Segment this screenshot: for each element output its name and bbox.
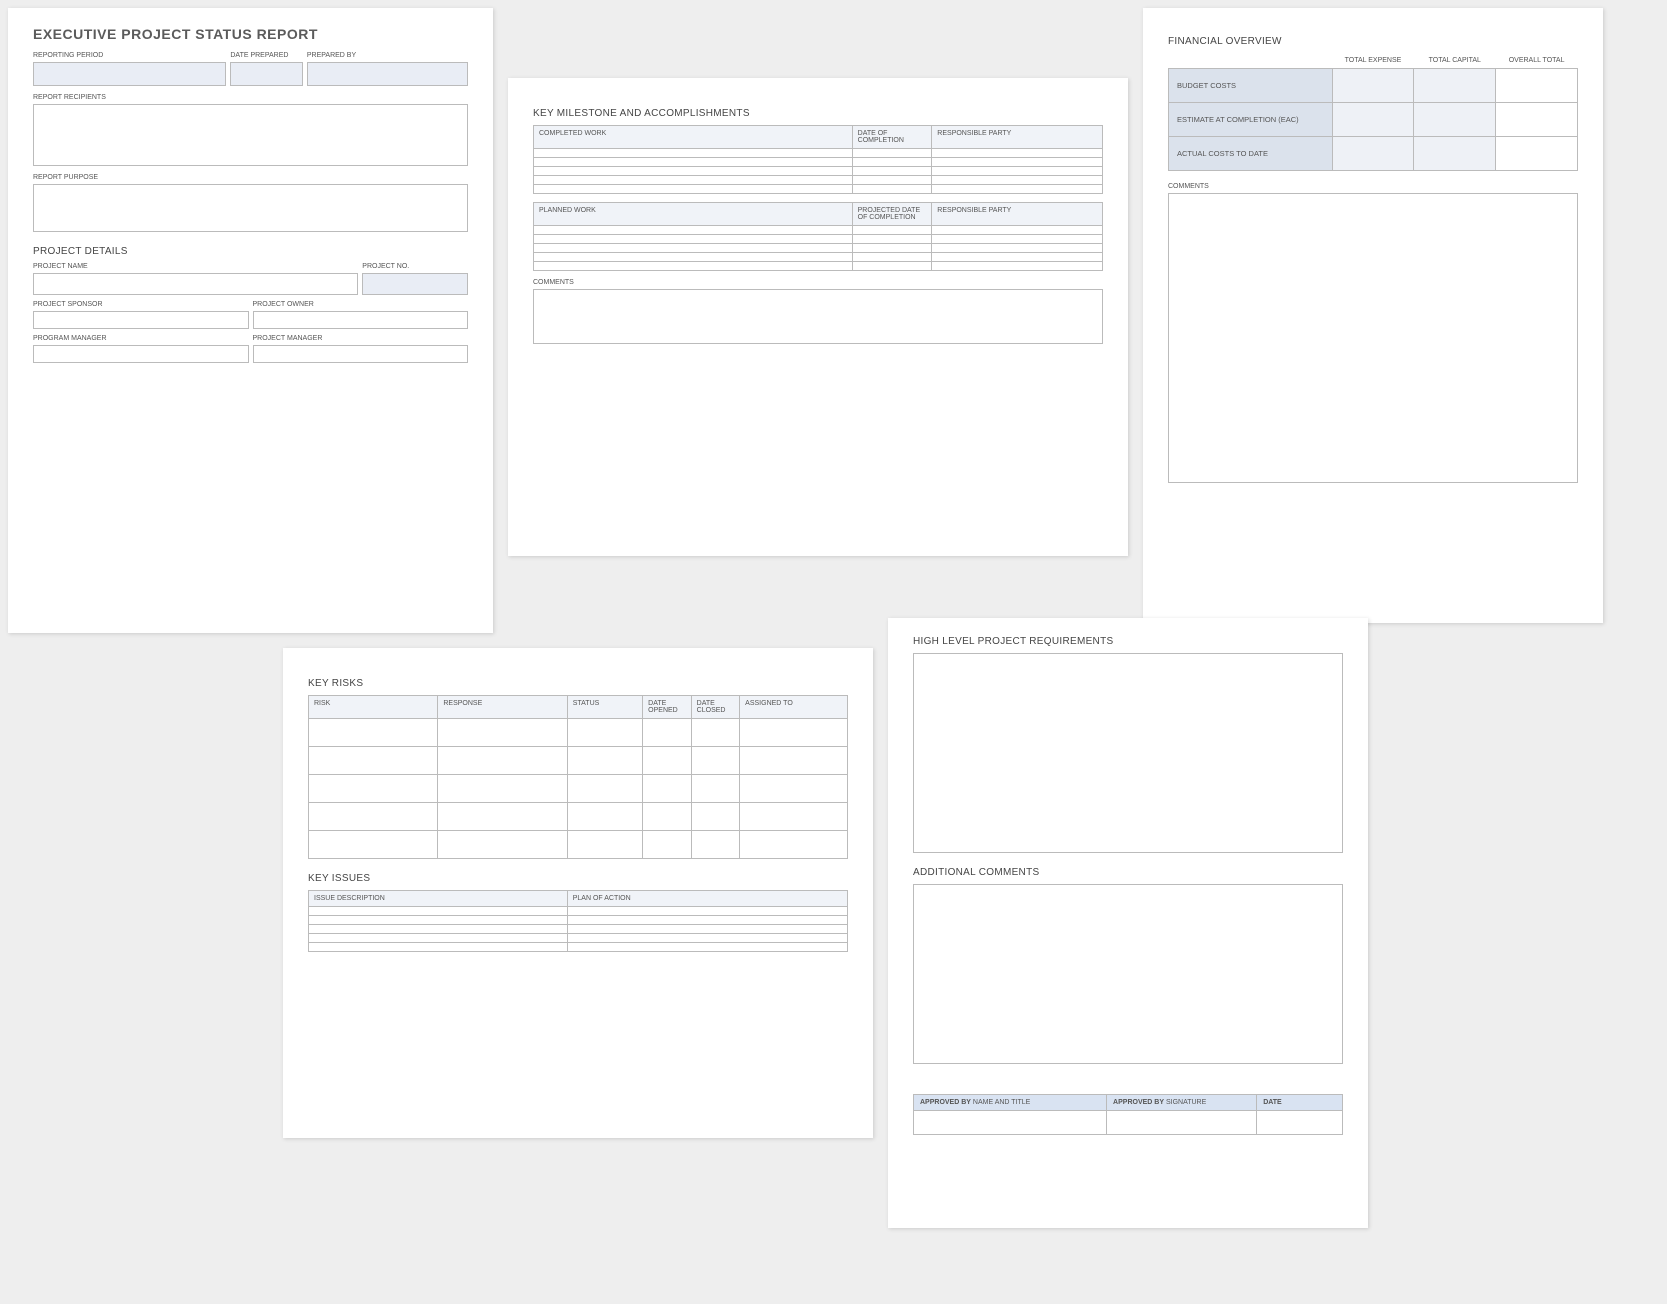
label-comments-financial: COMMENTS [1168,183,1578,190]
prepared-by-input[interactable] [307,62,468,86]
table-row[interactable] [309,907,848,916]
table-row[interactable] [534,176,1103,185]
table-row[interactable] [534,158,1103,167]
th-date-of-completion: DATE OF COMPLETION [852,126,932,149]
th-approved-date: DATE [1257,1095,1343,1111]
section-milestones: KEY MILESTONE AND ACCOMPLISHMENTS [533,108,1103,119]
th-approved-name: APPROVED BY NAME AND TITLE [914,1095,1107,1111]
project-name-input[interactable] [33,273,358,295]
label-project-name: PROJECT NAME [33,263,358,270]
th-overall-total: OVERALL TOTAL [1496,53,1578,69]
th-response: RESPONSE [438,696,567,719]
table-row[interactable]: ACTUAL COSTS TO DATE [1169,137,1578,171]
table-row[interactable] [309,831,848,859]
section-project-details: PROJECT DETAILS [33,246,468,257]
th-responsible-party-2: RESPONSIBLE PARTY [932,203,1103,226]
table-row[interactable]: ESTIMATE AT COMPLETION (EAC) [1169,103,1578,137]
page-3: FINANCIAL OVERVIEW TOTAL EXPENSE TOTAL C… [1143,8,1603,623]
program-manager-input[interactable] [33,345,249,363]
financial-table: TOTAL EXPENSE TOTAL CAPITAL OVERALL TOTA… [1168,53,1578,171]
th-approved-signature: APPROVED BY SIGNATURE [1107,1095,1257,1111]
project-owner-input[interactable] [253,311,469,329]
risks-table: RISK RESPONSE STATUS DATE OPENED DATE CL… [308,695,848,859]
project-manager-input[interactable] [253,345,469,363]
label-budget-costs: BUDGET COSTS [1169,69,1333,103]
label-report-recipients: REPORT RECIPIENTS [33,94,468,101]
completed-work-table: COMPLETED WORK DATE OF COMPLETION RESPON… [533,125,1103,194]
section-additional-comments: ADDITIONAL COMMENTS [913,867,1343,878]
project-sponsor-input[interactable] [33,311,249,329]
page-5: HIGH LEVEL PROJECT REQUIREMENTS ADDITION… [888,618,1368,1228]
th-total-capital: TOTAL CAPITAL [1414,53,1496,69]
table-row[interactable] [534,185,1103,194]
table-row[interactable] [534,235,1103,244]
additional-comments-input[interactable] [913,884,1343,1064]
th-total-expense: TOTAL EXPENSE [1332,53,1414,69]
th-completed-work: COMPLETED WORK [534,126,853,149]
table-row[interactable] [309,934,848,943]
table-row[interactable] [534,244,1103,253]
table-row[interactable] [534,149,1103,158]
table-row[interactable] [534,167,1103,176]
date-prepared-input[interactable] [230,62,303,86]
table-row[interactable] [534,253,1103,262]
label-project-no: PROJECT NO. [362,263,468,270]
label-report-purpose: REPORT PURPOSE [33,174,468,181]
th-issue-description: ISSUE DESCRIPTION [309,891,568,907]
planned-work-table: PLANNED WORK PROJECTED DATE OF COMPLETIO… [533,202,1103,271]
milestones-comments-input[interactable] [533,289,1103,344]
financial-comments-input[interactable] [1168,193,1578,483]
label-project-owner: PROJECT OWNER [253,301,469,308]
section-requirements: HIGH LEVEL PROJECT REQUIREMENTS [913,636,1343,647]
section-issues: KEY ISSUES [308,873,848,884]
table-row[interactable] [309,803,848,831]
project-no-input[interactable] [362,273,468,295]
label-project-sponsor: PROJECT SPONSOR [33,301,249,308]
label-date-prepared: DATE PREPARED [230,52,303,59]
report-purpose-input[interactable] [33,184,468,232]
table-row[interactable] [914,1111,1343,1135]
table-row[interactable] [309,925,848,934]
issues-table: ISSUE DESCRIPTION PLAN OF ACTION [308,890,848,952]
th-projected-date: PROJECTED DATE OF COMPLETION [852,203,932,226]
table-row[interactable] [309,747,848,775]
page-4: KEY RISKS RISK RESPONSE STATUS DATE OPEN… [283,648,873,1138]
label-actual-costs: ACTUAL COSTS TO DATE [1169,137,1333,171]
th-status: STATUS [567,696,642,719]
approval-table: APPROVED BY NAME AND TITLE APPROVED BY S… [913,1094,1343,1135]
label-comments-milestones: COMMENTS [533,279,1103,286]
reporting-period-input[interactable] [33,62,226,86]
table-row[interactable] [534,262,1103,271]
report-recipients-input[interactable] [33,104,468,166]
table-row[interactable] [309,916,848,925]
table-row[interactable] [534,226,1103,235]
page-1: EXECUTIVE PROJECT STATUS REPORT REPORTIN… [8,8,493,633]
th-responsible-party: RESPONSIBLE PARTY [932,126,1103,149]
doc-title: EXECUTIVE PROJECT STATUS REPORT [33,26,468,42]
label-program-manager: PROGRAM MANAGER [33,335,249,342]
th-plan-of-action: PLAN OF ACTION [567,891,847,907]
th-date-closed: DATE CLOSED [691,696,740,719]
table-row[interactable] [309,943,848,952]
label-project-manager: PROJECT MANAGER [253,335,469,342]
label-eac: ESTIMATE AT COMPLETION (EAC) [1169,103,1333,137]
th-risk: RISK [309,696,438,719]
th-date-opened: DATE OPENED [643,696,692,719]
requirements-input[interactable] [913,653,1343,853]
th-planned-work: PLANNED WORK [534,203,853,226]
label-prepared-by: PREPARED BY [307,52,468,59]
section-risks: KEY RISKS [308,678,848,689]
table-row[interactable] [309,719,848,747]
label-reporting-period: REPORTING PERIOD [33,52,226,59]
page-2: KEY MILESTONE AND ACCOMPLISHMENTS COMPLE… [508,78,1128,556]
table-row[interactable] [309,775,848,803]
table-row[interactable]: BUDGET COSTS [1169,69,1578,103]
section-financial: FINANCIAL OVERVIEW [1168,36,1578,47]
th-assigned-to: ASSIGNED TO [740,696,848,719]
